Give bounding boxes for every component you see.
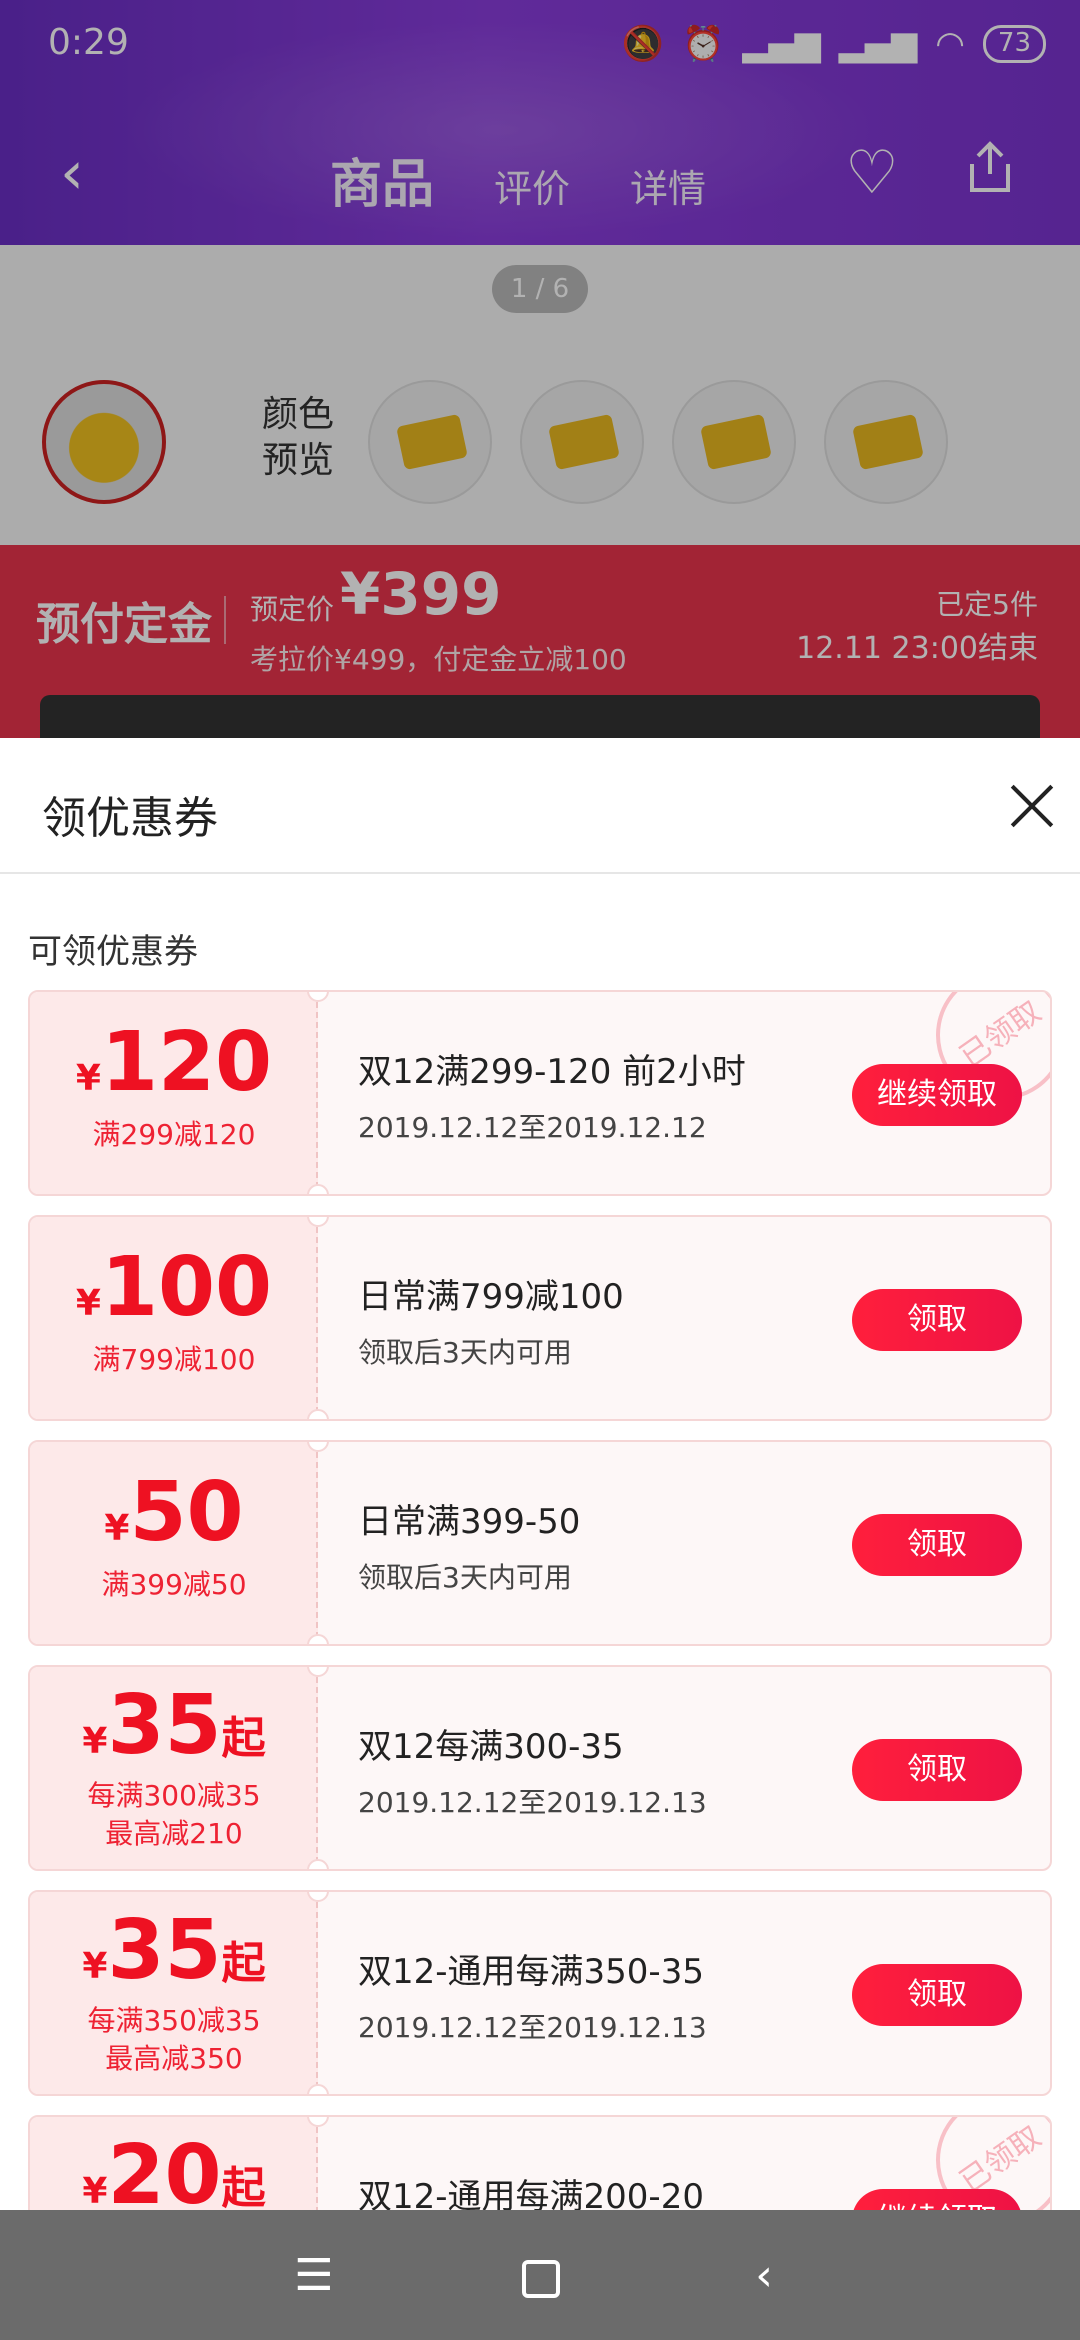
coupon-value-panel: ¥20起 [30,2117,318,2210]
coupon-max-discount: 最高减210 [105,1817,243,1850]
coupon-card: ¥35起 每满300减35 最高减210 双12每满300-35 2019.12… [28,1665,1052,1871]
coupon-amount-suffix: 起 [221,1938,266,1989]
coupon-condition-line: 每满350减35 [87,2004,261,2037]
coupon-amount-value: 120 [100,1015,273,1110]
coupon-amount-value: 35 [107,1903,222,1998]
coupon-name: 双12-通用每满200-20 [358,2177,704,2210]
coupon-validity: 2019.12.12至2019.12.12 [358,1111,707,1144]
back-icon[interactable]: ‹ [736,2248,792,2304]
coupon-amount: ¥35起 [30,1685,318,1767]
coupon-amount-suffix: 起 [221,2163,266,2210]
coupon-amount: ¥20起 [30,2135,318,2211]
coupon-card: ¥100 满799减100 日常满799减100 领取后3天内可用 领取 [28,1215,1052,1421]
coupon-notch [307,1184,329,1194]
sheet-title: 领优惠券 [42,793,218,844]
coupon-validity: 领取后3天内可用 [358,1336,572,1369]
coupon-amount-value: 50 [129,1465,244,1560]
coupon-notch [307,1409,329,1419]
coupon-currency: ¥ [82,1721,108,1762]
coupon-currency: ¥ [75,1283,101,1324]
coupon-notch [307,1859,329,1869]
section-label: 可领优惠券 [28,932,198,972]
coupon-condition: 满799减100 [92,1343,256,1376]
menu-icon[interactable]: ☰ [286,2248,342,2304]
coupon-card: ¥50 满399减50 日常满399-50 领取后3天内可用 领取 [28,1440,1052,1646]
coupon-notch [307,2084,329,2094]
coupon-currency: ¥ [104,1508,130,1549]
coupon-notch [307,1634,329,1644]
coupon-amount: ¥100 [30,1247,318,1329]
coupon-amount-suffix: 起 [221,1713,266,1764]
coupon-currency: ¥ [82,1946,108,1987]
coupon-max-discount: 最高减350 [105,2042,243,2075]
coupon-currency: ¥ [82,2171,108,2210]
home-icon[interactable] [510,2248,566,2304]
coupon-name: 双12每满300-35 [358,1727,624,1767]
coupon-name: 双12满299-120 前2小时 [358,1052,746,1092]
product-page-background: 0:29 🔕 ⏰ ▂▄▆ ▂▄▆ ◠ 73 ‹ 商品 评价 详情 ♡ 1 / 6… [0,0,1080,740]
claim-again-button[interactable]: 继续领取 [852,2189,1022,2210]
claim-button[interactable]: 领取 [852,1964,1022,2026]
coupon-list: ¥120 满299减120 双12满299-120 前2小时 2019.12.1… [28,990,1052,2210]
coupon-validity: 2019.12.12至2019.12.13 [358,1786,707,1819]
coupon-validity: 领取后3天内可用 [358,1561,572,1594]
coupon-currency: ¥ [75,1058,101,1099]
coupon-condition: 满399减50 [101,1568,247,1601]
coupon-value-panel: ¥35起 每满300减35 最高减210 [30,1667,318,1869]
coupon-amount: ¥120 [30,1022,318,1104]
system-nav-bar: ☰ ‹ [0,2210,1080,2340]
coupon-amount-value: 35 [107,1678,222,1773]
coupon-value-panel: ¥100 满799减100 [30,1217,318,1419]
coupon-value-panel: ¥120 满299减120 [30,992,318,1194]
claim-again-button[interactable]: 继续领取 [852,1064,1022,1126]
coupon-card: ¥120 满299减120 双12满299-120 前2小时 2019.12.1… [28,990,1052,1196]
coupon-value-panel: ¥50 满399减50 [30,1442,318,1644]
close-icon[interactable] [1008,782,1056,830]
coupon-condition: 每满350减35 最高减350 [30,2002,318,2078]
coupon-condition: 每满300减35 最高减210 [30,1777,318,1853]
coupon-sheet: 领优惠券 可领优惠券 ¥120 满299减120 双12满299-120 前2小… [0,738,1080,2210]
coupon-name: 双12-通用每满350-35 [358,1952,704,1992]
claim-button[interactable]: 领取 [852,1289,1022,1351]
coupon-amount: ¥50 [30,1472,318,1554]
coupon-value-panel: ¥35起 每满350减35 最高减350 [30,1892,318,2094]
coupon-amount-value: 20 [107,2128,222,2211]
modal-overlay[interactable] [0,0,1080,740]
coupon-validity: 2019.12.12至2019.12.13 [358,2011,707,2044]
coupon-condition-line: 每满300减35 [87,1779,261,1812]
coupon-amount-value: 100 [100,1240,273,1335]
coupon-card: ¥20起 双12-通用每满200-20 已领取 继续领取 [28,2115,1052,2210]
coupon-name: 日常满399-50 [358,1502,581,1542]
coupon-amount: ¥35起 [30,1910,318,1992]
sheet-header: 领优惠券 [0,738,1080,874]
coupon-card: ¥35起 每满350减35 最高减350 双12-通用每满350-35 2019… [28,1890,1052,2096]
coupon-name: 日常满799减100 [358,1277,624,1317]
claim-button[interactable]: 领取 [852,1739,1022,1801]
claim-button[interactable]: 领取 [852,1514,1022,1576]
coupon-condition: 满299减120 [92,1118,256,1151]
